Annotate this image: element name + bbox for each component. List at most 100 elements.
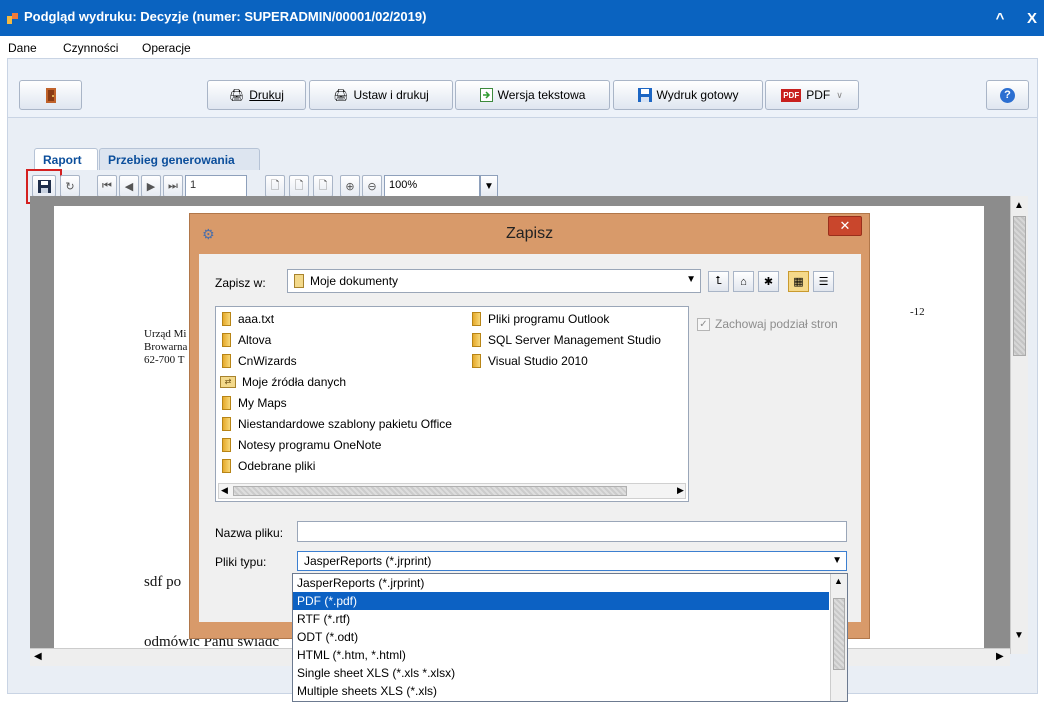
zoom-in-icon: ⊕ bbox=[345, 180, 355, 193]
list-item[interactable]: Altova bbox=[222, 330, 271, 350]
chevron-down-icon: ∨ bbox=[836, 89, 843, 100]
body-text-1: sdf po bbox=[144, 574, 182, 590]
dialog-title: Zapisz bbox=[505, 225, 554, 242]
next-page-button[interactable]: ▶ bbox=[141, 175, 161, 197]
filetype-option[interactable]: HTML (*.htm, *.html) bbox=[293, 646, 829, 664]
close-window-button[interactable]: X bbox=[1024, 10, 1040, 27]
prev-page-icon: ◀ bbox=[124, 180, 134, 193]
folder-icon bbox=[472, 312, 481, 326]
chevron-down-icon: ▼ bbox=[832, 555, 842, 566]
list-view-icon: ▦ bbox=[793, 276, 804, 288]
zoom-in-button[interactable]: ⊕ bbox=[340, 175, 360, 197]
exit-button[interactable] bbox=[19, 80, 82, 110]
list-item[interactable]: My Maps bbox=[222, 393, 287, 413]
home-icon: ⌂ bbox=[740, 275, 747, 288]
up-folder-icon: ⮤ bbox=[715, 275, 722, 287]
folder-icon bbox=[222, 312, 231, 326]
list-item[interactable]: Pliki programu Outlook bbox=[472, 309, 609, 329]
page-number-input[interactable]: 1 bbox=[185, 175, 247, 197]
filetype-option[interactable]: RTF (*.rtf) bbox=[293, 610, 829, 628]
save-disk-icon bbox=[637, 88, 652, 102]
printer-settings-icon: 🖨 bbox=[333, 88, 349, 102]
scroll-up-icon[interactable]: ▲ bbox=[834, 576, 843, 586]
zoom-out-icon: ⊖ bbox=[367, 180, 377, 193]
printer-icon: 🖨 bbox=[229, 88, 245, 102]
scroll-right-icon[interactable]: ▶ bbox=[677, 485, 684, 496]
up-folder-button[interactable]: ⮤ bbox=[708, 271, 729, 292]
scroll-thumb[interactable] bbox=[1013, 216, 1026, 356]
folder-icon bbox=[472, 333, 481, 347]
filetype-option-selected[interactable]: PDF (*.pdf) bbox=[293, 592, 829, 610]
filetype-combo[interactable]: JasperReports (*.jrprint) ▼ bbox=[297, 551, 847, 571]
list-item[interactable]: Notesy programu OneNote bbox=[222, 435, 381, 455]
zoom-combo[interactable]: 100% bbox=[384, 175, 480, 197]
fit-width-icon: 🗋 bbox=[318, 179, 328, 192]
actual-size-button[interactable]: 🗋 bbox=[265, 175, 285, 197]
scroll-left-icon[interactable]: ◀ bbox=[34, 651, 42, 662]
list-item[interactable]: Niestandardowe szablony pakietu Office bbox=[222, 414, 452, 434]
print-button[interactable]: 🖨 Drukuj bbox=[207, 80, 306, 110]
zoom-out-button[interactable]: ⊖ bbox=[362, 175, 382, 197]
list-item[interactable]: ⇄ Moje źródła danych bbox=[220, 372, 346, 392]
page-icon: 🗋 bbox=[270, 179, 280, 192]
next-page-icon: ▶ bbox=[146, 180, 156, 193]
scroll-thumb[interactable] bbox=[833, 598, 845, 670]
prev-page-button[interactable]: ◀ bbox=[119, 175, 139, 197]
filetype-option[interactable]: ODT (*.odt) bbox=[293, 628, 829, 646]
pdf-button[interactable]: PDF PDF ∨ bbox=[765, 80, 859, 110]
dropdown-scrollbar[interactable]: ▲ bbox=[830, 574, 847, 701]
zoom-dropdown-button[interactable]: ▼ bbox=[480, 175, 498, 197]
keep-page-split-label: Zachowaj podział stron bbox=[715, 317, 838, 331]
new-folder-icon: ✱ bbox=[763, 276, 774, 288]
home-button[interactable]: ⌂ bbox=[733, 271, 754, 292]
menu-czynnosci[interactable]: Czynności bbox=[63, 41, 118, 55]
checkmark-icon: ✓ bbox=[699, 319, 708, 330]
keep-page-split-checkbox[interactable]: ✓ bbox=[697, 318, 710, 331]
fit-page-button[interactable]: 🗋 bbox=[289, 175, 309, 197]
details-view-button[interactable]: ☰ bbox=[813, 271, 834, 292]
filename-input[interactable] bbox=[297, 521, 847, 542]
scroll-up-icon[interactable]: ▲ bbox=[1014, 200, 1024, 211]
new-folder-button[interactable]: ✱ bbox=[758, 271, 779, 292]
report-vertical-scrollbar[interactable]: ▲ ▼ bbox=[1010, 196, 1028, 654]
help-button[interactable]: ? bbox=[986, 80, 1029, 110]
menu-dane[interactable]: Dane bbox=[8, 41, 37, 55]
folder-icon bbox=[222, 438, 231, 452]
scroll-thumb[interactable] bbox=[233, 486, 627, 496]
list-item[interactable]: Odebrane pliki bbox=[222, 456, 315, 476]
set-and-print-button[interactable]: 🖨 Ustaw i drukuj bbox=[309, 80, 453, 110]
dialog-title-bar: ⚙ Zapisz ✕ bbox=[190, 214, 869, 254]
scroll-down-icon[interactable]: ▼ bbox=[1014, 630, 1024, 641]
filetype-option[interactable]: JasperReports (*.jrprint) bbox=[293, 574, 829, 592]
save-in-combo[interactable]: Moje dokumenty ▼ bbox=[287, 269, 701, 293]
text-document-icon bbox=[479, 88, 493, 102]
minimize-button[interactable]: ^ bbox=[992, 10, 1008, 27]
file-list-scrollbar[interactable]: ◀ ▶ bbox=[218, 483, 686, 499]
list-item[interactable]: SQL Server Management Studio bbox=[472, 330, 661, 350]
list-item[interactable]: Visual Studio 2010 bbox=[472, 351, 588, 371]
folder-icon bbox=[294, 274, 304, 288]
office-city-text: 62-700 T bbox=[144, 354, 185, 366]
window-title: Podgląd wydruku: Decyzje (numer: SUPERAD… bbox=[24, 9, 427, 24]
text-version-button[interactable]: Wersja tekstowa bbox=[455, 80, 610, 110]
dialog-close-button[interactable]: ✕ bbox=[828, 216, 862, 236]
list-item[interactable]: CnWizards bbox=[222, 351, 297, 371]
refresh-button[interactable]: ↻ bbox=[60, 175, 80, 197]
tab-raport[interactable]: Raport bbox=[34, 148, 98, 170]
fit-width-button[interactable]: 🗋 bbox=[313, 175, 333, 197]
tab-przebieg-generowania[interactable]: Przebieg generowania bbox=[99, 148, 260, 170]
menu-operacje[interactable]: Operacje bbox=[142, 41, 191, 55]
last-page-button[interactable]: ⏭ bbox=[163, 175, 183, 197]
filetype-dropdown-list[interactable]: JasperReports (*.jrprint) PDF (*.pdf) RT… bbox=[292, 573, 848, 702]
filetype-option[interactable]: Multiple sheets XLS (*.xls) bbox=[293, 682, 829, 700]
scroll-left-icon[interactable]: ◀ bbox=[221, 485, 228, 496]
ready-print-button[interactable]: Wydruk gotowy bbox=[613, 80, 763, 110]
filetype-option[interactable]: Single sheet XLS (*.xls *.xlsx) bbox=[293, 664, 829, 682]
details-view-icon: ☰ bbox=[818, 276, 829, 288]
file-list[interactable]: aaa.txt Altova CnWizards ⇄ Moje źródła da… bbox=[215, 306, 689, 502]
list-view-button[interactable]: ▦ bbox=[788, 271, 809, 292]
list-item[interactable]: aaa.txt bbox=[222, 309, 274, 329]
first-page-button[interactable]: ⏮ bbox=[97, 175, 117, 197]
scroll-right-icon[interactable]: ▶ bbox=[996, 651, 1004, 662]
filename-label: Nazwa pliku: bbox=[215, 526, 284, 540]
